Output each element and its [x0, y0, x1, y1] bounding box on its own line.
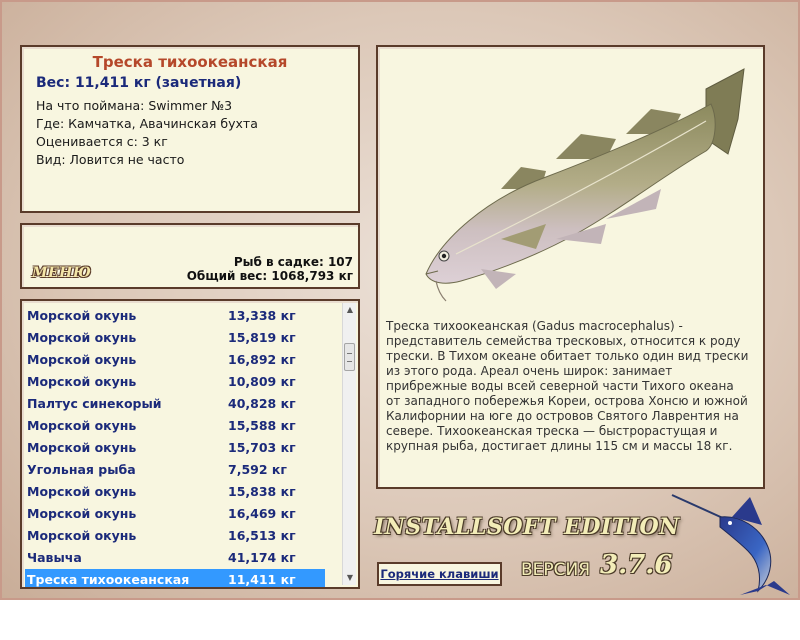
catch-row-weight: 15,588 кг — [228, 418, 296, 433]
game-window: Треска тихоокеанская Вес: 11,411 кг (зач… — [0, 0, 800, 600]
catch-row[interactable]: Морской окунь 16,892 кг — [25, 349, 325, 371]
catch-row-weight: 41,174 кг — [228, 550, 296, 565]
catch-row-weight: 13,338 кг — [228, 308, 296, 323]
catch-list[interactable]: Морской окунь 13,338 кг Морской окунь 15,81… — [20, 299, 360, 589]
catch-row-weight: 10,809 кг — [228, 374, 296, 389]
catch-row-name: Морской окунь — [27, 418, 137, 433]
catch-row-weight: 7,592 кг — [228, 462, 287, 477]
catch-row-weight: 16,469 кг — [228, 506, 296, 521]
scrollbar[interactable]: ▲ ▼ — [342, 303, 356, 585]
catch-row[interactable]: Морской окунь 15,838 кг — [25, 481, 325, 503]
catch-stats: Рыб в садке: 107 Общий вес: 1068,793 кг — [187, 255, 353, 283]
catch-row-name: Морской окунь — [27, 308, 137, 323]
version-label: ВЕРСИЯ — [521, 560, 591, 580]
catch-row-name: Морской окунь — [27, 440, 137, 455]
catch-row-name: Угольная рыба — [27, 462, 136, 477]
catch-rows: Морской окунь 13,338 кг Морской окунь 15,81… — [25, 305, 358, 587]
total-weight: Общий вес: 1068,793 кг — [186, 269, 353, 283]
catch-row[interactable]: Палтус синекорый 40,828 кг — [25, 393, 325, 415]
fish-name: Треска тихоокеанская — [92, 53, 288, 71]
stats-panel: МЕНЮ Рыб в садке: 107 Общий вес: 1068,79… — [20, 223, 360, 289]
catch-row-weight: 16,892 кг — [228, 352, 296, 367]
marlin-logo-icon — [671, 494, 790, 595]
fish-info-panel: Треска тихоокеанская Вес: 11,411 кг (зач… — [20, 45, 360, 213]
fish-count: Рыб в садке: 107 — [233, 255, 353, 269]
catch-row[interactable]: Угольная рыба 7,592 кг — [25, 459, 325, 481]
catch-row[interactable]: Морской окунь 10,809 кг — [25, 371, 325, 393]
catch-row[interactable]: Морской окунь 16,469 кг — [25, 503, 325, 525]
catch-row-weight: 11,411 кг — [228, 572, 296, 587]
catch-row-weight: 16,513 кг — [228, 528, 296, 543]
catch-row-name: Морской окунь — [27, 506, 137, 521]
catch-row-name: Морской окунь — [27, 352, 137, 367]
pacific-cod-image — [425, 68, 745, 302]
scroll-up-icon[interactable]: ▲ — [344, 304, 356, 316]
catch-row-name: Морской окунь — [27, 330, 137, 345]
location-info: Где: Камчатка, Авачинская бухта — [36, 116, 258, 131]
catch-row-weight: 15,838 кг — [228, 484, 296, 499]
catch-row[interactable]: Морской окунь 15,588 кг — [25, 415, 325, 437]
catch-row[interactable]: Морской окунь 15,703 кг — [25, 437, 325, 459]
scroll-down-icon[interactable]: ▼ — [344, 572, 356, 584]
catch-row-weight: 40,828 кг — [228, 396, 296, 411]
catch-row[interactable]: Морской окунь 16,513 кг — [25, 525, 325, 547]
catch-row-name: Морской окунь — [27, 528, 137, 543]
menu-button[interactable]: МЕНЮ — [32, 265, 91, 281]
catch-row-weight: 15,703 кг — [228, 440, 296, 455]
min-weight-info: Оценивается с: 3 кг — [36, 134, 168, 149]
catch-row[interactable]: Морской окунь 15,819 кг — [25, 327, 325, 349]
catch-row-name: Морской окунь — [27, 374, 137, 389]
hotkeys-button[interactable]: Горячие клавиши — [377, 562, 502, 586]
bait-info: На что поймана: Swimmer №3 — [36, 98, 233, 113]
catch-row[interactable]: Чавыча 41,174 кг — [25, 547, 325, 569]
edition-logo: INSTALLSOFT EDITION — [374, 514, 680, 540]
catch-row-weight: 15,819 кг — [228, 330, 296, 345]
rarity-info: Вид: Ловится не часто — [36, 152, 185, 167]
fish-detail-panel: Треска тихоокеанская (Gadus macrocephalu… — [376, 45, 765, 489]
catch-row-name: Чавыча — [27, 550, 82, 565]
catch-row[interactable]: Морской окунь 13,338 кг — [25, 305, 325, 327]
fish-weight: Вес: 11,411 кг (зачетная) — [36, 75, 242, 91]
catch-row[interactable]: Треска тихоокеанская 11,411 кг — [25, 569, 325, 587]
version-number: 3.7.6 — [600, 550, 673, 580]
catch-row-name: Палтус синекорый — [27, 396, 162, 411]
fish-description: Треска тихоокеанская (Gadus macrocephalu… — [386, 319, 749, 453]
catch-row-name: Треска тихоокеанская — [27, 572, 190, 587]
catch-row-name: Морской окунь — [27, 484, 137, 499]
scroll-thumb[interactable] — [344, 343, 355, 371]
